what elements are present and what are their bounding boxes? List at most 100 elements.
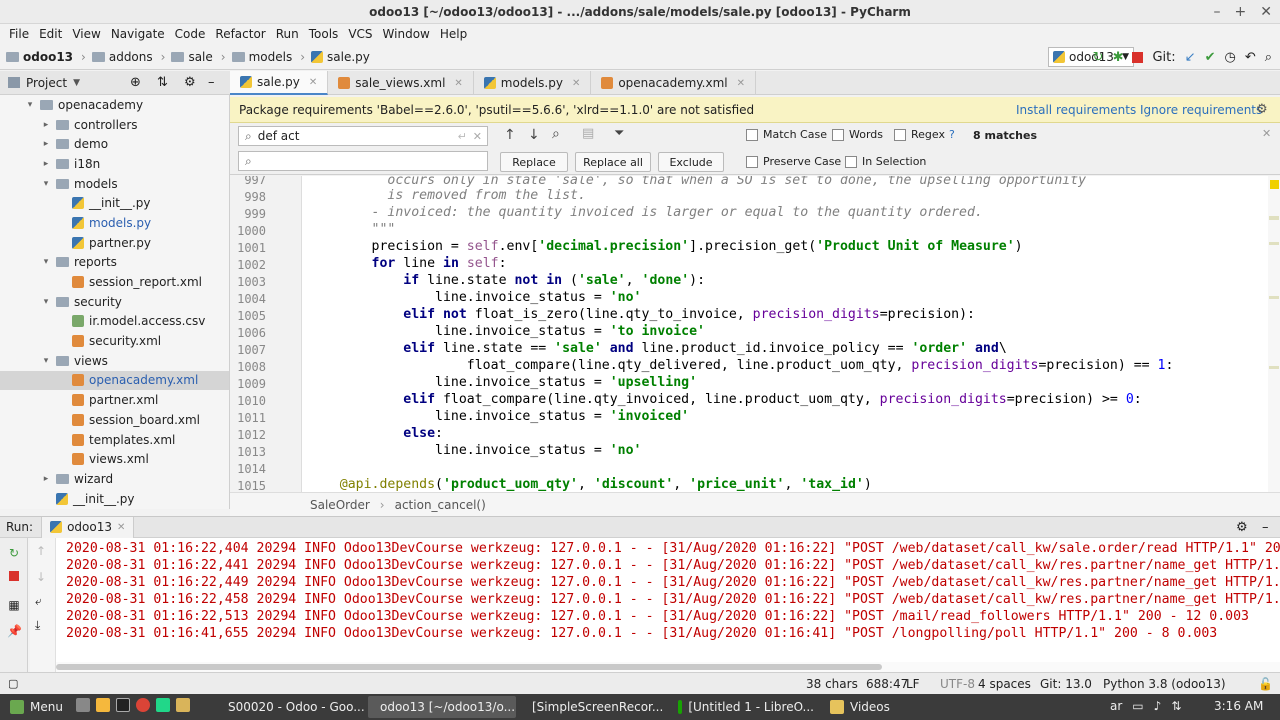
lock-icon[interactable]: 🔓 bbox=[1258, 677, 1273, 691]
ignore-requirements-link[interactable]: Ignore requirements bbox=[1140, 103, 1262, 117]
file-encoding[interactable]: UTF-8 bbox=[940, 677, 975, 691]
breadcrumb-addons[interactable]: addons › bbox=[91, 50, 165, 64]
close-tab-icon[interactable]: ✕ bbox=[117, 522, 125, 533]
tree-item[interactable]: models.py bbox=[0, 213, 229, 233]
breadcrumb-sale[interactable]: sale › bbox=[171, 50, 226, 64]
filter-icon[interactable]: ⏷ bbox=[614, 126, 624, 141]
menu-run[interactable]: Run bbox=[271, 27, 304, 41]
next-occurrence-icon[interactable]: ↓ bbox=[528, 127, 540, 143]
close-tab-icon[interactable]: ✕ bbox=[737, 78, 745, 89]
commit-icon[interactable]: ✔ bbox=[1205, 50, 1216, 65]
tree-item[interactable]: ▾ security bbox=[0, 292, 229, 312]
layout-icon[interactable]: ▦ bbox=[7, 598, 21, 612]
history-icon[interactable]: ◷ bbox=[1224, 50, 1235, 65]
menu-help[interactable]: Help bbox=[435, 27, 472, 41]
chevron-down-icon[interactable]: ▾ bbox=[40, 297, 52, 307]
chevron-right-icon[interactable]: ▸ bbox=[40, 159, 52, 169]
tab-models-py[interactable]: models.py ✕ bbox=[474, 71, 592, 95]
tree-item[interactable]: ▾ reports bbox=[0, 253, 229, 273]
select-all-occurrences-icon[interactable]: ▤ bbox=[582, 126, 594, 141]
tab-sale-views-xml[interactable]: sale_views.xml ✕ bbox=[328, 71, 474, 95]
match-case-checkbox[interactable]: Match Case bbox=[746, 128, 827, 141]
breadcrumb-class[interactable]: SaleOrder bbox=[310, 498, 370, 512]
chevron-down-icon[interactable]: ▼ bbox=[73, 78, 80, 88]
terminal-icon[interactable] bbox=[116, 698, 130, 712]
locate-icon[interactable]: ⊕ bbox=[130, 75, 141, 90]
tree-item[interactable]: views.xml bbox=[0, 449, 229, 469]
tree-item[interactable]: __init__.py bbox=[0, 489, 229, 509]
lang-indicator[interactable]: ar bbox=[1110, 699, 1122, 713]
maximize-icon[interactable]: + bbox=[1235, 4, 1247, 20]
collapse-icon[interactable]: ⇅ bbox=[157, 75, 168, 90]
breadcrumb-file[interactable]: sale.py bbox=[311, 50, 370, 64]
taskbar-window[interactable]: S00020 - Odoo - Goo... bbox=[216, 696, 364, 718]
chevron-down-icon[interactable]: ▾ bbox=[40, 257, 52, 267]
preserve-case-checkbox[interactable]: Preserve Case bbox=[746, 155, 841, 168]
text-editor-icon[interactable] bbox=[96, 698, 110, 712]
stop-icon[interactable] bbox=[9, 571, 19, 581]
close-tab-icon[interactable]: ✕ bbox=[454, 78, 462, 89]
menu-navigate[interactable]: Navigate bbox=[106, 27, 170, 41]
replace-input[interactable]: ⌕ bbox=[238, 151, 488, 171]
previous-occurrence-icon[interactable]: ↑ bbox=[504, 127, 516, 143]
tree-item[interactable]: session_report.xml bbox=[0, 272, 229, 292]
rerun-icon[interactable]: ↻ bbox=[1093, 50, 1104, 65]
pin-icon[interactable]: 📌 bbox=[7, 624, 22, 638]
tab-openacademy-xml[interactable]: openacademy.xml ✕ bbox=[591, 71, 757, 95]
menu-window[interactable]: Window bbox=[378, 27, 435, 41]
run-tab[interactable]: odoo13 ✕ bbox=[41, 516, 135, 538]
search-everywhere-icon[interactable]: ⌕ bbox=[1265, 50, 1272, 65]
up-arrow-icon[interactable]: ↑ bbox=[36, 544, 46, 558]
console-scrollbar[interactable] bbox=[56, 662, 1280, 672]
taskbar-window[interactable]: [Untitled 1 - LibreO... bbox=[672, 696, 820, 718]
replace-all-button[interactable]: Replace all bbox=[575, 152, 651, 172]
breadcrumb-method[interactable]: action_cancel() bbox=[395, 498, 486, 512]
menu-tools[interactable]: Tools bbox=[304, 27, 344, 41]
tree-item[interactable]: ▾ views bbox=[0, 351, 229, 371]
breadcrumb-models[interactable]: models › bbox=[231, 50, 305, 64]
tree-item[interactable]: ▾ openacademy bbox=[0, 95, 229, 115]
menu-edit[interactable]: Edit bbox=[34, 27, 67, 41]
tree-item[interactable]: partner.py bbox=[0, 233, 229, 253]
replace-button[interactable]: Replace bbox=[500, 152, 568, 172]
hide-panel-icon[interactable]: – bbox=[208, 75, 215, 90]
project-panel-title[interactable]: Project bbox=[26, 76, 67, 90]
regex-checkbox[interactable]: Regex bbox=[894, 128, 945, 141]
chevron-right-icon[interactable]: ▸ bbox=[40, 120, 52, 130]
chevron-down-icon[interactable]: ▾ bbox=[40, 356, 52, 366]
tree-item[interactable]: ▸ demo bbox=[0, 134, 229, 154]
breadcrumb-root[interactable]: odoo13 › bbox=[6, 50, 86, 64]
rerun-icon[interactable]: ↻ bbox=[7, 546, 21, 560]
tree-item[interactable]: __init__.py bbox=[0, 193, 229, 213]
rollback-icon[interactable]: ↶ bbox=[1245, 50, 1256, 65]
close-icon[interactable]: ✕ bbox=[1260, 4, 1272, 20]
words-checkbox[interactable]: Words bbox=[832, 128, 883, 141]
battery-icon[interactable]: ▭ bbox=[1132, 699, 1143, 713]
tree-item[interactable]: ▸ wizard bbox=[0, 469, 229, 489]
gear-icon[interactable]: ⚙ bbox=[184, 75, 196, 90]
indent-setting[interactable]: 4 spaces bbox=[978, 677, 1031, 691]
menu-refactor[interactable]: Refactor bbox=[210, 27, 270, 41]
chevron-right-icon[interactable]: ▸ bbox=[40, 139, 52, 149]
tool-window-icon[interactable]: ▢ bbox=[8, 677, 18, 690]
gear-icon[interactable]: ⚙ bbox=[1256, 102, 1268, 117]
taskbar-window[interactable]: odoo13 [~/odoo13/o... bbox=[368, 696, 516, 718]
start-menu-button[interactable]: Menu bbox=[4, 696, 69, 718]
close-tab-icon[interactable]: ✕ bbox=[572, 78, 580, 89]
tree-item[interactable]: templates.xml bbox=[0, 430, 229, 450]
menu-vcs[interactable]: VCS bbox=[343, 27, 377, 41]
tree-item[interactable]: ir.model.access.csv bbox=[0, 312, 229, 332]
in-selection-checkbox[interactable]: In Selection bbox=[845, 155, 926, 168]
regex-help-link[interactable]: ? bbox=[949, 128, 955, 141]
line-separator[interactable]: LF bbox=[906, 677, 920, 691]
hide-panel-icon[interactable]: – bbox=[1262, 520, 1269, 535]
menu-view[interactable]: View bbox=[67, 27, 105, 41]
down-arrow-icon[interactable]: ↓ bbox=[36, 570, 46, 584]
soft-wrap-icon[interactable]: ⤶ bbox=[35, 594, 42, 609]
menu-file[interactable]: File bbox=[4, 27, 34, 41]
close-tab-icon[interactable]: ✕ bbox=[309, 77, 317, 88]
minimize-icon[interactable]: – bbox=[1214, 4, 1221, 20]
tab-sale-py[interactable]: sale.py ✕ bbox=[230, 71, 329, 95]
tree-item[interactable]: partner.xml bbox=[0, 390, 229, 410]
tree-item[interactable]: openacademy.xml bbox=[0, 370, 229, 391]
